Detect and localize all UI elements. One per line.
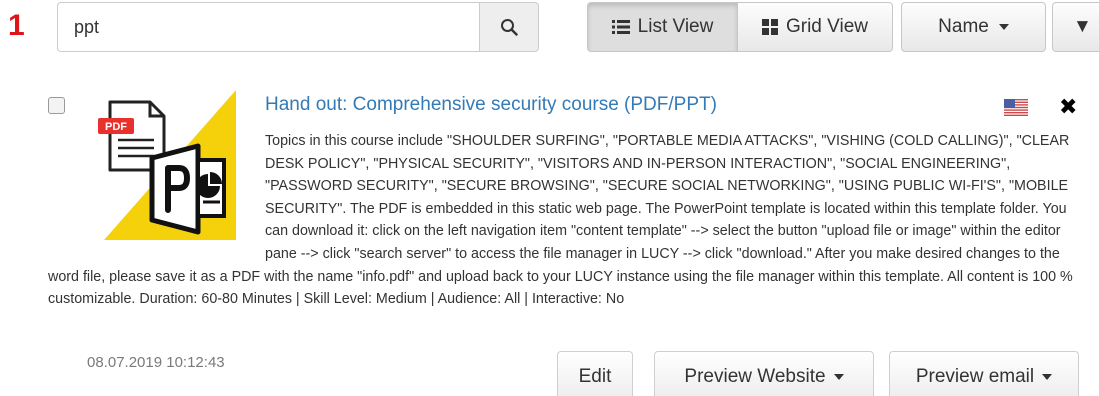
item-select-checkbox[interactable] (48, 97, 65, 114)
chevron-down-icon (833, 374, 844, 380)
preview-email-label: Preview email (915, 366, 1035, 387)
search-bar (57, 2, 539, 52)
grid-view-button[interactable]: Grid View (737, 2, 893, 52)
sort-label: Name (938, 16, 989, 37)
preview-email-button[interactable]: Preview email (889, 351, 1079, 396)
more-options-label: ▼ (1073, 16, 1092, 37)
search-input[interactable] (57, 2, 479, 52)
list-icon (611, 20, 630, 34)
thumbnail-spacer (48, 130, 265, 247)
item-date: 08.07.2019 10:12:43 (87, 354, 225, 371)
chevron-down-icon (998, 24, 1009, 30)
grid-view-label: Grid View (785, 16, 868, 37)
search-button[interactable] (479, 2, 539, 52)
list-view-button[interactable]: List View (587, 2, 738, 52)
list-view-label: List View (637, 16, 714, 37)
us-flag-icon (1004, 99, 1028, 116)
step-number: 1 (8, 9, 25, 42)
chevron-down-icon (1042, 374, 1053, 380)
grid-icon (761, 19, 778, 35)
item-description: Topics in this course include "SHOULDER … (48, 130, 1078, 311)
edit-label: Edit (578, 366, 612, 387)
item-title-link[interactable]: Hand out: Comprehensive security course … (265, 94, 717, 116)
search-icon (501, 19, 518, 36)
sort-dropdown-button[interactable]: Name (901, 2, 1046, 52)
delete-item-icon[interactable]: ✖ (1059, 96, 1077, 118)
edit-button[interactable]: Edit (557, 351, 633, 396)
more-options-button[interactable]: ▼ (1052, 2, 1099, 52)
preview-website-button[interactable]: Preview Website (654, 351, 874, 396)
preview-website-label: Preview Website (684, 366, 826, 387)
